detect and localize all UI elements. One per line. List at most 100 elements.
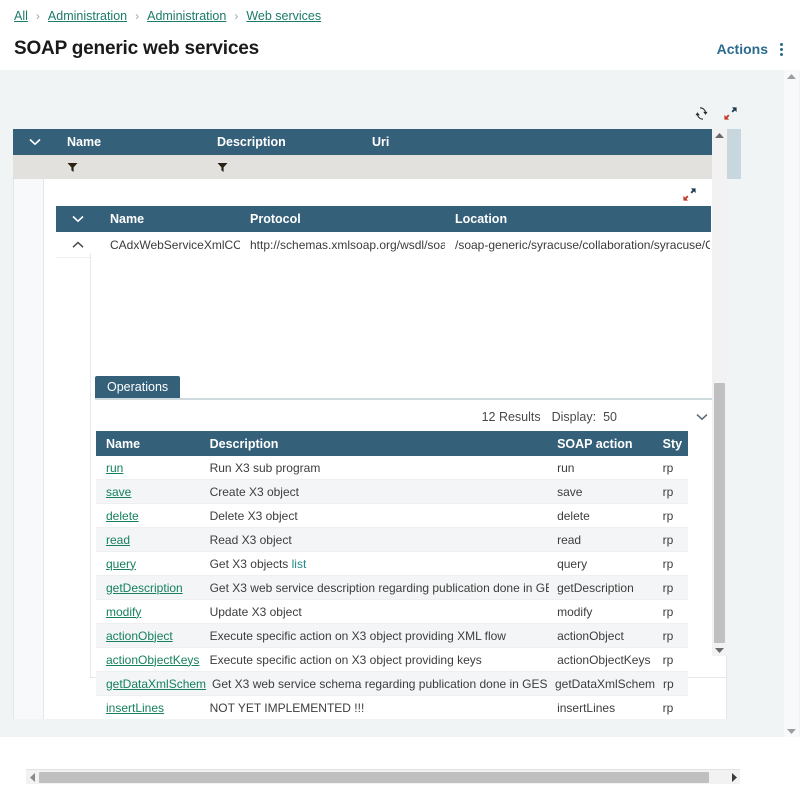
cell-name: CAdxWebServiceXmlCC [100, 238, 240, 252]
filter-funnel-icon [67, 162, 78, 173]
column-header-name[interactable]: Name [96, 437, 202, 451]
table-header-row: Name Description SOAP action Sty [96, 431, 688, 456]
column-header-location[interactable]: Location [445, 212, 710, 226]
cell-soap-action: getDataXmlSchem [547, 677, 655, 691]
chevron-down-icon[interactable] [696, 413, 708, 421]
breadcrumb-item-administration-1[interactable]: Administration [48, 9, 127, 23]
column-header-description[interactable]: Description [202, 437, 549, 451]
operation-link[interactable]: getDataXmlSchem [106, 677, 206, 691]
column-header-name[interactable]: Name [57, 135, 207, 149]
cell-style: rp [655, 557, 688, 571]
cell-soap-action: run [549, 461, 655, 475]
arrow-left-icon[interactable] [26, 770, 39, 785]
cell-name: getDataXmlSchem [96, 677, 204, 691]
panel-toolbar [694, 106, 738, 121]
operation-link[interactable]: delete [106, 509, 139, 523]
chevron-up-icon[interactable] [56, 241, 100, 249]
breadcrumb-separator: › [36, 9, 40, 23]
table-row[interactable]: insertLinesNOT YET IMPLEMENTED !!!insert… [96, 696, 688, 719]
page-title: SOAP generic web services [14, 38, 259, 60]
table-row[interactable]: getDescriptionGet X3 web service descrip… [96, 576, 688, 600]
tabstrip: Operations [95, 378, 727, 400]
scrollbar-thumb[interactable] [39, 772, 709, 783]
operation-link[interactable]: read [106, 533, 130, 547]
cell-location: /soap-generic/syracuse/collaboration/syr… [445, 238, 710, 252]
cell-description: Delete X3 object [202, 509, 549, 523]
table-body: Name Protocol Location CAdxWebServiceXml… [13, 179, 727, 719]
column-header-name[interactable]: Name [100, 212, 240, 226]
column-header-description[interactable]: Description [207, 135, 362, 149]
page-header: SOAP generic web services Actions [0, 26, 800, 68]
column-header-soap-action[interactable]: SOAP action [549, 437, 655, 451]
arrow-down-icon[interactable] [784, 724, 799, 737]
table-row[interactable]: queryGet X3 objects listqueryrp [96, 552, 688, 576]
cell-style: rp [655, 509, 688, 523]
table-row[interactable]: saveCreate X3 objectsaverp [96, 480, 688, 504]
breadcrumb-item-administration-2[interactable]: Administration [147, 9, 226, 23]
table-row[interactable]: getDataXmlSchemGet X3 web service schema… [96, 672, 688, 696]
detail-vscrollbar[interactable] [712, 129, 727, 656]
cell-style: rp [655, 533, 688, 547]
column-header-uri[interactable]: Uri [362, 135, 682, 149]
refresh-icon[interactable] [694, 106, 709, 121]
arrow-up-icon[interactable] [784, 70, 799, 83]
cell-soap-action: actionObjectKeys [549, 653, 655, 667]
web-services-table: Name Description Uri [13, 129, 727, 719]
operation-link[interactable]: insertLines [106, 701, 164, 715]
filter-funnel-icon [217, 162, 228, 173]
tab-operations[interactable]: Operations [95, 376, 180, 398]
operation-link[interactable]: query [106, 557, 136, 571]
filter-name-cell[interactable] [57, 162, 207, 173]
cell-description: Read X3 object [202, 533, 549, 547]
cell-description: Run X3 sub program [202, 461, 549, 475]
cell-style: rp [655, 485, 688, 499]
display-value[interactable]: 50 [603, 410, 617, 424]
cell-soap-action: query [549, 557, 655, 571]
table-row[interactable]: readRead X3 objectreadrp [96, 528, 688, 552]
cell-style: rp [655, 629, 688, 643]
cell-description: Execute specific action on X3 object pro… [202, 629, 549, 643]
arrow-down-icon[interactable] [712, 643, 727, 656]
description-inline-link[interactable]: list [292, 557, 307, 571]
cell-description: Get X3 web service schema regarding publ… [204, 677, 547, 691]
kebab-menu-icon[interactable] [777, 41, 786, 58]
expand-icon[interactable] [723, 106, 738, 121]
cell-style: rp [655, 653, 688, 667]
operation-link[interactable]: run [106, 461, 123, 475]
chevron-down-icon[interactable] [56, 215, 100, 223]
column-header-style[interactable]: Sty [655, 437, 688, 451]
cell-soap-action: insertLines [549, 701, 655, 715]
chevron-down-icon[interactable] [13, 138, 57, 146]
operation-link[interactable]: save [106, 485, 131, 499]
web-service-detail-card: Name Protocol Location CAdxWebServiceXml… [45, 179, 727, 719]
table-row[interactable]: actionObject Execute specific action on X… [96, 624, 688, 648]
table-row[interactable]: runRun X3 sub programrunrp [96, 456, 688, 480]
breadcrumb-item-web-services[interactable]: Web services [246, 9, 321, 23]
arrow-up-icon[interactable] [712, 129, 727, 142]
operation-link[interactable]: modify [106, 605, 141, 619]
cell-soap-action: modify [549, 605, 655, 619]
outer-filter-stub [727, 155, 741, 179]
page-hscrollbar[interactable] [26, 769, 740, 784]
table-row[interactable]: modifyUpdate X3 objectmodifyrp [96, 600, 688, 624]
cell-name: delete [96, 509, 202, 523]
operations-table: Name Description SOAP action Sty runRun … [96, 431, 688, 719]
table-row[interactable]: actionObjectKeysExecute specific action … [96, 648, 688, 672]
breadcrumb-item-all[interactable]: All [14, 9, 28, 23]
expand-icon[interactable] [682, 187, 697, 202]
page-vscrollbar[interactable] [784, 70, 799, 737]
operation-link[interactable]: actionObjectKeys [106, 653, 199, 667]
cell-name: getDescription [96, 581, 202, 595]
operation-link[interactable]: actionObject [106, 629, 173, 643]
operation-link[interactable]: getDescription [106, 581, 183, 595]
cell-soap-action: delete [549, 509, 655, 523]
arrow-right-icon[interactable] [727, 770, 740, 785]
filter-description-cell[interactable] [207, 162, 362, 173]
cell-style: rp [655, 461, 688, 475]
column-header-protocol[interactable]: Protocol [240, 212, 445, 226]
breadcrumb: All › Administration › Administration › … [0, 0, 800, 26]
actions-button[interactable]: Actions [717, 41, 768, 57]
cell-description: NOT YET IMPLEMENTED !!! [202, 701, 549, 715]
scrollbar-thumb[interactable] [714, 383, 725, 643]
table-row[interactable]: deleteDelete X3 objectdeleterp [96, 504, 688, 528]
